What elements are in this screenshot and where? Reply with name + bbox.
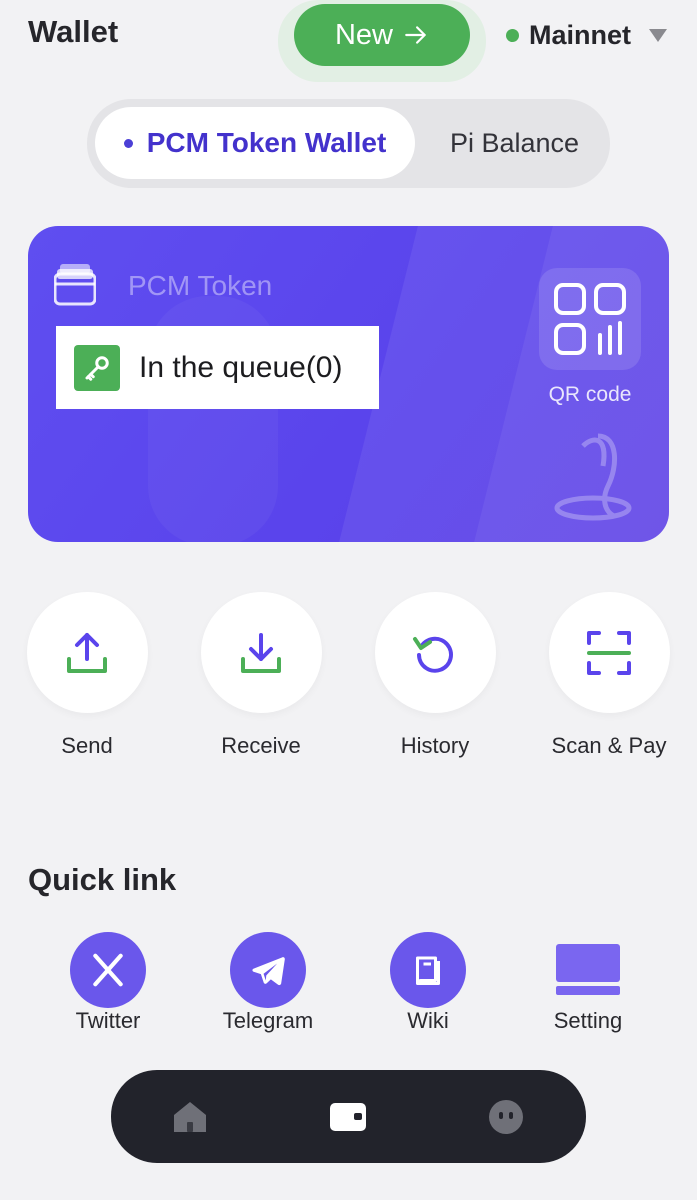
new-button-label: New [334,18,393,51]
send-circle [26,592,148,713]
quick-link-twitter[interactable]: Twitter [28,932,188,1033]
network-label: Mainnet [529,19,632,50]
tab-pcm-token-wallet[interactable]: PCM Token Wallet [95,107,415,179]
history-circle [374,592,496,713]
receive-circle [200,592,322,713]
quick-link-label: Wiki [407,1008,449,1033]
quick-link-label: Setting [553,1008,623,1033]
scan-pay-button[interactable]: Scan & Pay [522,592,696,759]
network-selector[interactable]: Mainnet [506,18,668,52]
tab-pi-balance[interactable]: Pi Balance [427,107,602,179]
qr-code-icon [554,283,626,355]
setting-icon [550,932,626,1008]
x-logo-icon [70,932,146,1008]
wallet-icon [330,1103,366,1131]
network-status-dot [506,28,519,42]
quick-link-label: Twitter [75,1008,141,1033]
nav-home[interactable] [167,1094,213,1140]
qr-code-button[interactable] [539,268,641,370]
scan-icon [587,630,631,675]
tab-label: PCM Token Wallet [146,127,387,158]
scan-pay-circle [548,592,670,713]
queue-status: In the queue(0) [56,326,379,409]
active-dot-icon [123,138,133,148]
page-title: Wallet [28,14,119,49]
history-button[interactable]: History [348,592,522,759]
quick-link-wiki[interactable]: Wiki [348,932,508,1033]
bottom-nav [111,1070,586,1163]
nav-wallet[interactable] [325,1094,371,1140]
quick-link-telegram[interactable]: Telegram [188,932,348,1033]
quick-link-setting[interactable]: Setting [508,932,668,1033]
profile-icon [489,1100,523,1134]
wallet-stack-icon [54,264,96,306]
receive-button[interactable]: Receive [174,592,348,759]
send-button[interactable]: Send [0,592,174,759]
send-label: Send [61,733,113,758]
nav-profile[interactable] [483,1094,529,1140]
quick-link-label: Telegram [222,1008,314,1033]
history-icon [413,636,453,673]
new-button[interactable]: New [294,4,470,66]
key-icon [74,344,120,391]
arrow-right-icon [405,26,426,44]
receive-label: Receive [221,733,301,758]
qr-code-label: QR code [548,383,632,406]
download-icon [241,632,281,673]
home-icon [174,1102,206,1132]
token-name: PCM Token [128,270,273,301]
caret-down-icon [649,28,668,42]
action-row: Send Receive History Scan & Pay [0,592,697,772]
wallet-type-toggle: PCM Token Wallet Pi Balance [87,99,610,188]
telegram-icon [230,932,306,1008]
new-button-halo: New [278,0,486,82]
scan-pay-label: Scan & Pay [551,733,667,758]
book-icon [390,932,466,1008]
header: Wallet New Mainnet [0,0,697,82]
upload-icon [67,632,107,673]
token-card: PCM Token In the queue(0) QR code [28,226,669,542]
queue-text: In the queue(0) [139,350,343,384]
pi-watermark-icon [554,433,632,521]
quick-link-title: Quick link [28,862,177,897]
history-label: History [400,733,470,758]
